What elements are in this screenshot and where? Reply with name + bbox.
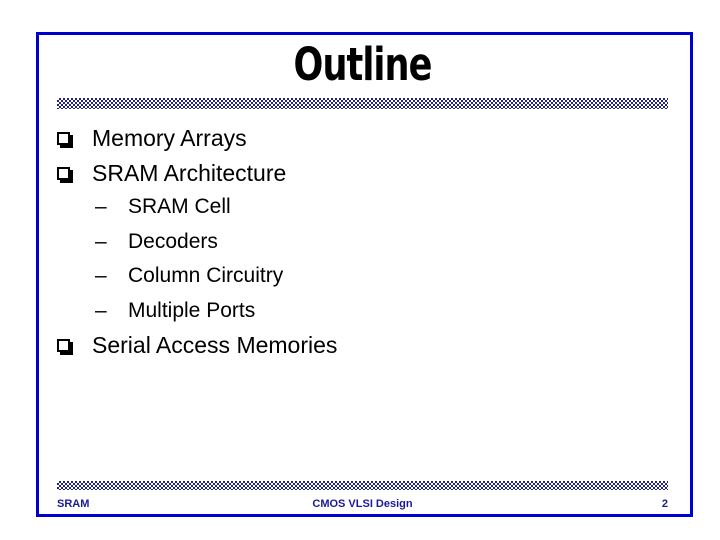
list-subitem-label: Decoders [128,229,218,253]
dash-bullet-icon: – [95,229,107,253]
list-subitem-label: SRAM Cell [128,195,231,218]
dash-bullet-icon: – [95,298,107,322]
list-item: Memory Arrays [52,121,672,156]
list-item-label: Serial Access Memories [92,332,338,358]
footer-book-title: CMOS VLSI Design [312,498,413,510]
footer-page-number: 2 [661,498,668,510]
dash-bullet-icon: – [95,195,107,218]
footer-divider-rule [57,481,668,490]
list-subitem: – SRAM Cell [52,190,672,225]
list-item: Serial Access Memories [52,328,672,363]
outline-list: Memory Arrays SRAM Architecture – SRAM C… [52,121,672,363]
list-subitem: – Decoders [52,225,672,260]
list-subitem-label: Column Circuitry [128,264,284,287]
list-item-label: Memory Arrays [92,125,247,151]
dash-bullet-icon: – [95,264,107,287]
page-title: Outline [293,38,433,91]
slide-footer: SRAM CMOS VLSI Design 2 [57,496,668,512]
list-subitem: – Column Circuitry [52,259,672,294]
slide: Outline Memory Arrays SRAM Architecture … [0,0,720,540]
list-item: SRAM Architecture [52,156,672,191]
list-subitem: – Multiple Ports [52,294,672,329]
list-subitem-label: Multiple Ports [128,298,256,322]
footer-chapter-label: SRAM [57,498,90,510]
title-divider-rule [57,98,668,109]
list-item-label: SRAM Architecture [92,159,287,186]
